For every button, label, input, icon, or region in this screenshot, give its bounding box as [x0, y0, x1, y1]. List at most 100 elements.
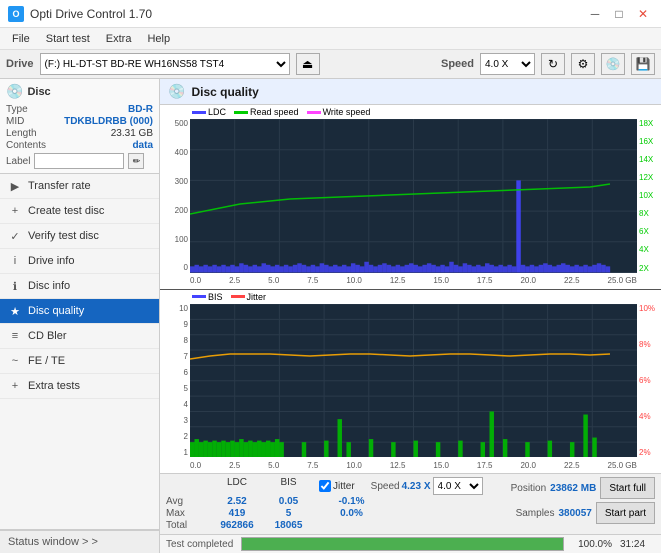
total-bis: 18065	[266, 520, 311, 531]
disc-quality-header: 💿 Disc quality	[160, 79, 661, 105]
disc-type-row: Type BD-R	[6, 104, 153, 115]
toolbar: Drive (F:) HL-DT-ST BD-RE WH16NS58 TST4 …	[0, 50, 661, 79]
create-test-disc-icon: +	[8, 204, 22, 218]
nav-label-disc-info: Disc info	[28, 280, 70, 292]
nav-item-fe-te[interactable]: ~ FE / TE	[0, 349, 159, 374]
nav-item-disc-quality[interactable]: ★ Disc quality	[0, 299, 159, 324]
disc-icon: 💿	[6, 83, 23, 100]
menu-start-test[interactable]: Start test	[38, 31, 98, 47]
samples-row: Samples 380057 Start part	[516, 502, 655, 524]
cd-bler-icon: ≡	[8, 329, 22, 343]
nav-item-cd-bler[interactable]: ≡ CD Bler	[0, 324, 159, 349]
nav-item-transfer-rate[interactable]: ▶ Transfer rate	[0, 174, 159, 199]
nav-label-drive-info: Drive info	[28, 255, 74, 267]
jitter-checkbox[interactable]	[319, 480, 331, 492]
start-full-button[interactable]: Start full	[600, 477, 655, 499]
disc-label-label: Label	[6, 156, 30, 167]
maximize-button[interactable]: □	[609, 6, 629, 22]
progress-bar-outer	[241, 537, 564, 551]
nav-item-disc-info[interactable]: ℹ Disc info	[0, 274, 159, 299]
stats-avg-row: Avg 2.52 0.05 -0.1%	[166, 496, 483, 507]
chart2-y-axis-right: 10% 8% 6% 4% 2%	[637, 304, 661, 458]
fe-te-icon: ~	[8, 354, 22, 368]
nav-item-create-test-disc[interactable]: + Create test disc	[0, 199, 159, 224]
eject-button[interactable]: ⏏	[296, 53, 320, 75]
stats-col-headers: LDC BIS Jitter Speed 4.23 X 4.0 X	[166, 477, 483, 495]
legend-read-speed-label: Read speed	[250, 107, 299, 117]
nav-label-fe-te: FE / TE	[28, 355, 65, 367]
settings-button[interactable]: ⚙	[571, 53, 595, 75]
header-spacer	[166, 477, 208, 495]
menu-help[interactable]: Help	[139, 31, 178, 47]
avg-jitter: -0.1%	[319, 496, 384, 507]
disc-label-button[interactable]: ✏	[128, 153, 144, 169]
disc-length-value: 23.31 GB	[111, 128, 153, 139]
nav-item-drive-info[interactable]: i Drive info	[0, 249, 159, 274]
speed-header-val: 4.23 X	[402, 481, 431, 492]
disc-button[interactable]: 💿	[601, 53, 625, 75]
status-window-button[interactable]: Status window > >	[0, 530, 159, 553]
speed-label: Speed	[441, 58, 474, 70]
disc-header-label: Disc	[27, 86, 50, 98]
nav-item-verify-test-disc[interactable]: ✓ Verify test disc	[0, 224, 159, 249]
chart2-legend: BIS Jitter	[192, 292, 266, 302]
nav-item-extra-tests[interactable]: + Extra tests	[0, 374, 159, 399]
chart1-y-axis-right: 18X 16X 14X 12X 10X 8X 6X 4X 2X	[637, 119, 661, 273]
disc-mid-label: MID	[6, 116, 24, 127]
header-ldc: LDC	[208, 477, 266, 495]
extra-tests-icon: +	[8, 379, 22, 393]
menu-extra[interactable]: Extra	[98, 31, 140, 47]
total-label: Total	[166, 520, 208, 531]
chart2-svg	[190, 304, 637, 458]
menu-file[interactable]: File	[4, 31, 38, 47]
chart2: BIS Jitter 10 9 8 7 6 5 4 3	[160, 290, 661, 474]
chart1: LDC Read speed Write speed 500 400 300	[160, 105, 661, 290]
disc-length-row: Length 23.31 GB	[6, 128, 153, 139]
legend-write-speed: Write speed	[307, 107, 371, 117]
progress-percent: 100.0%	[572, 539, 612, 550]
chart1-legend: LDC Read speed Write speed	[192, 107, 370, 117]
drive-select[interactable]: (F:) HL-DT-ST BD-RE WH16NS58 TST4	[40, 53, 290, 75]
disc-type-label: Type	[6, 104, 28, 115]
drive-info-icon: i	[8, 254, 22, 268]
total-ldc: 962866	[208, 520, 266, 531]
legend-bis-label: BIS	[208, 292, 223, 302]
avg-ldc: 2.52	[208, 496, 266, 507]
disc-label-input[interactable]	[34, 153, 124, 169]
speed-select[interactable]: 4.0 X	[480, 53, 535, 75]
position-row: Position 23862 MB Start full	[511, 477, 655, 499]
disc-label-row: Label ✏	[6, 153, 153, 169]
nav-items: ▶ Transfer rate + Create test disc ✓ Ver…	[0, 174, 159, 529]
legend-bis: BIS	[192, 292, 223, 302]
save-button[interactable]: 💾	[631, 53, 655, 75]
disc-header: 💿 Disc	[6, 83, 153, 100]
position-label: Position	[511, 483, 547, 494]
legend-ldc: LDC	[192, 107, 226, 117]
max-jitter: 0.0%	[319, 508, 384, 519]
chart1-y-axis-left: 500 400 300 200 100 0	[160, 119, 190, 273]
progress-status: Test completed	[166, 539, 233, 550]
drive-toolbar: Drive (F:) HL-DT-ST BD-RE WH16NS58 TST4 …	[0, 50, 435, 78]
drive-label: Drive	[6, 58, 34, 70]
verify-test-disc-icon: ✓	[8, 229, 22, 243]
nav-label-create-test-disc: Create test disc	[28, 205, 104, 217]
nav-label-verify-test-disc: Verify test disc	[28, 230, 99, 242]
legend-write-speed-label: Write speed	[323, 107, 371, 117]
transfer-rate-icon: ▶	[8, 179, 22, 193]
nav-label-cd-bler: CD Bler	[28, 330, 67, 342]
speed-header-select[interactable]: 4.0 X	[433, 477, 483, 495]
speed-refresh-button[interactable]: ↻	[541, 53, 565, 75]
disc-length-label: Length	[6, 128, 37, 139]
nav-label-disc-quality: Disc quality	[28, 305, 84, 317]
max-ldc: 419	[208, 508, 266, 519]
stats-area: LDC BIS Jitter Speed 4.23 X 4.0 X	[160, 474, 661, 534]
chart1-plot-area	[190, 119, 637, 273]
legend-jitter-label: Jitter	[247, 292, 267, 302]
legend-ldc-color	[192, 111, 206, 114]
start-part-button[interactable]: Start part	[596, 502, 655, 524]
legend-jitter: Jitter	[231, 292, 267, 302]
minimize-button[interactable]: ─	[585, 6, 605, 22]
chart2-y-axis-left: 10 9 8 7 6 5 4 3 2 1	[160, 304, 190, 458]
close-button[interactable]: ✕	[633, 6, 653, 22]
sidebar: 💿 Disc Type BD-R MID TDKBLDRBB (000) Len…	[0, 79, 160, 553]
